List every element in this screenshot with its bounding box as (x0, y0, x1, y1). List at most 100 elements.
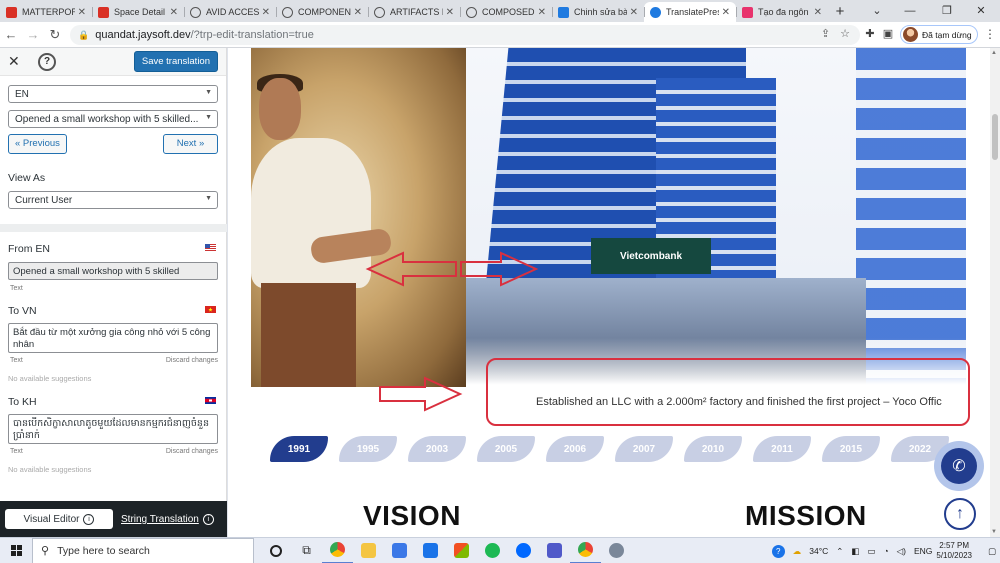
browser-tab[interactable]: Space Detail ✕ (92, 2, 184, 22)
weather-icon[interactable]: ☁ (793, 546, 802, 557)
teams-icon[interactable] (539, 538, 570, 563)
info-icon: i (83, 513, 95, 525)
close-icon[interactable]: ✕ (170, 7, 178, 18)
window-close-icon[interactable]: ✕ (966, 0, 996, 22)
year-tab[interactable]: 2007 (615, 436, 673, 462)
phone-icon: ✆ (941, 448, 977, 484)
year-tab[interactable]: 2010 (684, 436, 742, 462)
page-scrollbar[interactable]: ▲ ▼ (990, 48, 1000, 537)
url-field[interactable]: 🔒 quandat.jaysoft.dev/?trp-edit-translat… (70, 25, 860, 45)
battery-icon[interactable]: ▭ (867, 546, 875, 557)
close-icon[interactable]: ✕ (262, 7, 270, 18)
extensions-icon[interactable]: ✚ (862, 27, 878, 40)
close-editor-icon[interactable]: ✕ (8, 53, 24, 70)
language-select[interactable]: EN ▼ (8, 85, 218, 103)
year-tab[interactable]: 1995 (339, 436, 397, 462)
app-icon[interactable] (601, 538, 632, 563)
zalo-icon[interactable] (508, 538, 539, 563)
save-translation-button[interactable]: Save translation (133, 51, 218, 72)
year-tab[interactable]: 2011 (753, 436, 811, 462)
original-text-field: Opened a small workshop with 5 skilled w… (8, 262, 218, 280)
tray-app-icon[interactable]: ◧ (851, 546, 859, 557)
browser-tab[interactable]: ARTIFACTS FA✕ (368, 2, 460, 22)
minimize-icon[interactable]: — (895, 0, 925, 22)
volume-icon[interactable]: ◁) (897, 546, 906, 557)
previous-button[interactable]: « Previous (8, 134, 67, 154)
vision-heading: VISION (363, 500, 461, 531)
help-tray-icon[interactable]: ? (771, 544, 785, 558)
visual-editor-button[interactable]: Visual Editor i (5, 509, 113, 529)
year-tab[interactable]: 2006 (546, 436, 604, 462)
cortana-icon[interactable] (260, 538, 291, 563)
close-icon[interactable]: ✕ (722, 7, 730, 18)
close-icon[interactable]: ✕ (78, 7, 86, 18)
system-tray: ? ☁ 34°C ⌃ ◧ ▭ ◔ ◁) ENG 2:57 PM 5/10/202… (768, 538, 1000, 563)
taskbar-search[interactable]: ⚲ Type here to search (32, 537, 254, 563)
mail-icon[interactable] (415, 538, 446, 563)
help-icon[interactable]: ? (38, 52, 56, 71)
tab-search-icon[interactable]: ⌄ (862, 0, 892, 22)
language-indicator[interactable]: ENG (914, 546, 932, 556)
forward-icon[interactable]: → (22, 27, 44, 42)
caret-down-icon: ▼ (205, 114, 212, 121)
discard-changes-link[interactable]: Discard changes (166, 448, 218, 455)
reload-icon[interactable]: ↻ (44, 27, 66, 43)
spotify-icon[interactable] (477, 538, 508, 563)
chevron-up-icon[interactable]: ⌃ (836, 546, 843, 557)
bookmark-star-icon[interactable]: ☆ (840, 28, 850, 40)
browser-tab[interactable]: Chinh sửa bài ✕ (552, 2, 644, 22)
scrollbar-thumb[interactable] (992, 114, 998, 160)
next-button[interactable]: Next » (163, 134, 218, 154)
chrome-app-icon[interactable] (322, 538, 353, 563)
chrome-profile-icon[interactable] (570, 538, 601, 563)
menu-kebab-icon[interactable]: ⋮ (984, 27, 996, 41)
text-type-label: Text (10, 357, 23, 364)
browser-tab[interactable]: AVID ACCESS✕ (184, 2, 276, 22)
calculator-icon[interactable] (384, 538, 415, 563)
store-icon[interactable] (446, 538, 477, 563)
close-icon[interactable]: ✕ (538, 7, 546, 18)
back-icon[interactable]: ← (0, 27, 22, 42)
scroll-to-top-button[interactable]: ↑ (944, 498, 976, 530)
info-icon: i (202, 513, 214, 525)
globe-icon (190, 6, 201, 18)
call-button[interactable]: ✆ (934, 441, 984, 491)
browser-tab-strip: MATTERPORT✕ Space Detail✕ AVID ACCESS✕ C… (0, 0, 1000, 22)
task-view-icon[interactable]: ⧉ (291, 538, 322, 563)
avatar (903, 27, 918, 42)
scroll-down-icon[interactable]: ▼ (991, 529, 997, 535)
year-tab[interactable]: 2015 (822, 436, 880, 462)
close-icon[interactable]: ✕ (446, 7, 454, 18)
profile-button[interactable]: Đã tạm dừng (900, 25, 978, 44)
scroll-up-icon[interactable]: ▲ (991, 50, 997, 56)
windows-start-icon[interactable] (0, 545, 32, 556)
close-icon[interactable]: ✕ (814, 7, 822, 18)
browser-tab[interactable]: COMPONENT✕ (276, 2, 368, 22)
share-icon[interactable]: ⇪ (821, 28, 830, 40)
browser-tab[interactable]: Tạo đa ngôn ✕ (736, 2, 828, 22)
string-select[interactable]: Opened a small workshop with 5 skilled..… (8, 110, 218, 128)
kh-translation-field[interactable]: បានបើកសិក្ខាសាលាតូចមួយដែលមានកម្មករជំនាញច… (8, 414, 218, 444)
new-tab-button[interactable]: + (828, 2, 852, 22)
side-panel-icon[interactable]: ▣ (880, 27, 896, 40)
close-icon[interactable]: ✕ (354, 7, 362, 18)
browser-tab-active[interactable]: TranslatePress✕ (644, 2, 736, 22)
year-tab[interactable]: 2003 (408, 436, 466, 462)
temperature[interactable]: 34°C (809, 546, 828, 556)
lock-icon: 🔒 (78, 29, 90, 40)
browser-tab[interactable]: MATTERPORT✕ (0, 2, 92, 22)
notification-icon[interactable]: ▢ (988, 546, 996, 557)
close-icon[interactable]: ✕ (630, 7, 638, 18)
taskbar-clock[interactable]: 2:57 PM 5/10/2023 (936, 541, 972, 561)
site-preview: Vietcombank Established an LLC with a 2.… (228, 48, 990, 537)
discard-changes-link[interactable]: Discard changes (166, 357, 218, 364)
vn-translation-field[interactable]: Bắt đầu từ một xưởng gia công nhỏ với 5 … (8, 323, 218, 353)
wifi-icon[interactable]: ◔ (883, 546, 888, 556)
file-explorer-icon[interactable] (353, 538, 384, 563)
view-as-select[interactable]: Current User ▼ (8, 191, 218, 209)
year-tab[interactable]: 1991 (270, 436, 328, 462)
year-tab[interactable]: 2005 (477, 436, 535, 462)
string-translation-link[interactable]: String Translation i (121, 513, 214, 525)
restore-icon[interactable]: ❐ (932, 0, 962, 22)
browser-tab[interactable]: COMPOSED F✕ (460, 2, 552, 22)
